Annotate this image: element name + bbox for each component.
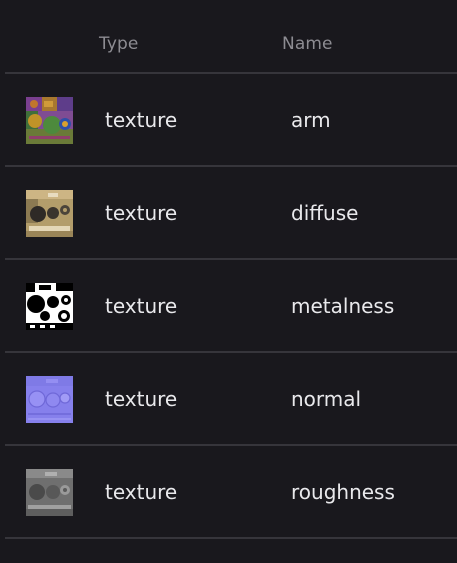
row-name-cell: roughness [291, 480, 395, 504]
row-type-cell: texture [105, 387, 178, 411]
row-name-cell: normal [291, 387, 362, 411]
row-divider [5, 537, 457, 539]
row-type-cell: texture [105, 201, 178, 225]
row-type-cell: texture [105, 108, 178, 132]
table-header: Type Name [0, 0, 457, 72]
row-type-cell: texture [105, 480, 178, 504]
roughness-texture-thumbnail-icon [26, 469, 73, 516]
table-row[interactable]: texture diffuse [0, 167, 457, 259]
column-header-name[interactable]: Name [282, 33, 333, 55]
normal-texture-thumbnail-icon [26, 376, 73, 423]
row-name-cell: metalness [291, 294, 395, 318]
row-name-cell: diffuse [291, 201, 359, 225]
texture-list-table: Type Name texture arm texture diffuse te… [0, 0, 457, 563]
metalness-texture-thumbnail-icon [26, 283, 73, 330]
column-header-type[interactable]: Type [99, 33, 138, 55]
table-row[interactable]: texture normal [0, 353, 457, 445]
table-row[interactable]: texture roughness [0, 446, 457, 538]
row-name-cell: arm [291, 108, 331, 132]
row-type-cell: texture [105, 294, 178, 318]
table-row[interactable]: texture arm [0, 74, 457, 166]
diffuse-texture-thumbnail-icon [26, 190, 73, 237]
table-row[interactable]: texture metalness [0, 260, 457, 352]
arm-texture-thumbnail-icon [26, 97, 73, 144]
